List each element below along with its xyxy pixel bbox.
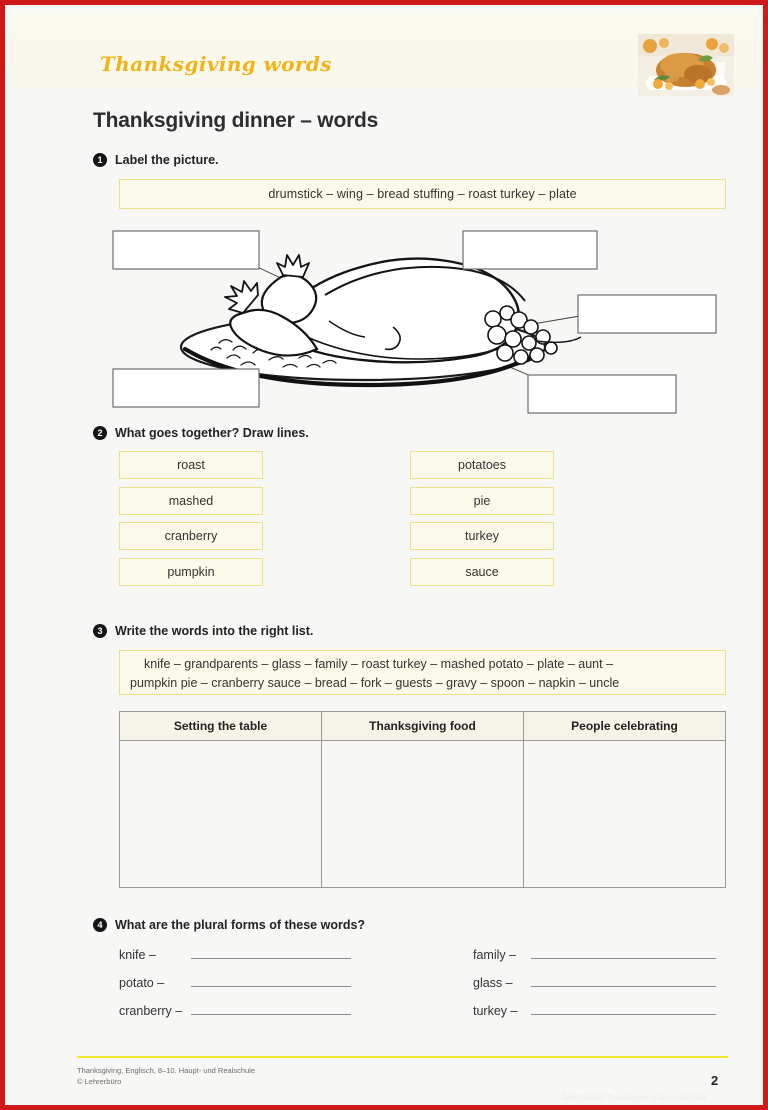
footer-copyright-line: © Lehrerbüro	[77, 1077, 122, 1086]
page-title: Thanksgiving dinner – words	[93, 109, 379, 132]
match-left-item[interactable]: cranberry	[119, 522, 263, 550]
exercise-3-wordbank-line-2: pumpkin pie – cranberry sauce – bread – …	[130, 676, 620, 690]
exercise-2-instruction: What goes together? Draw lines.	[115, 426, 309, 440]
plural-answer-line[interactable]	[191, 973, 351, 987]
exercise-1-instruction: Label the picture.	[115, 153, 219, 167]
exercise-3-wordbank: knife – grandparents – glass – family – …	[119, 650, 726, 695]
plural-word-label: cranberry –	[119, 1004, 183, 1018]
table-answer-cell[interactable]	[321, 740, 524, 888]
plural-answer-line[interactable]	[531, 1001, 716, 1015]
worksheet-page: Thanksgiving words Thanksgiving dinner –…	[0, 0, 768, 1110]
footer-credits: Thanksgiving, Englisch, 8–10. Haupt- und…	[77, 1065, 255, 1087]
exercise-3-number: 3	[93, 624, 107, 638]
plural-item: family –	[473, 945, 716, 962]
plural-word-label: glass –	[473, 976, 513, 990]
match-right-item[interactable]: sauce	[410, 558, 554, 586]
plural-answer-line[interactable]	[191, 1001, 351, 1015]
exercise-3-wordbank-line-1: knife – grandparents – glass – family – …	[144, 657, 614, 671]
plural-answer-line[interactable]	[531, 973, 716, 987]
match-right-item[interactable]: pie	[410, 487, 554, 515]
plural-item: potato –	[119, 973, 351, 990]
exercise-1-wordbank: drumstick – wing – bread stuffing – roas…	[119, 179, 726, 209]
match-right-item[interactable]: turkey	[410, 522, 554, 550]
plural-word-label: turkey –	[473, 1004, 518, 1018]
plural-answer-line[interactable]	[531, 945, 716, 959]
table-header-row: Setting the table Thanksgiving food Peop…	[119, 711, 726, 741]
exercise-4-heading: 4 What are the plural forms of these wor…	[93, 918, 365, 932]
plural-item: knife –	[119, 945, 351, 962]
footer-source-line: Thanksgiving, Englisch, 8–10. Haupt- und…	[77, 1066, 256, 1075]
footer-divider	[77, 1056, 728, 1058]
exercise-4-instruction: What are the plural forms of these words…	[115, 918, 366, 932]
plural-answer-line[interactable]	[191, 945, 351, 959]
exercise-4-number: 4	[93, 918, 107, 932]
table-header-cell: Setting the table	[119, 711, 322, 741]
roast-turkey-photo	[638, 34, 734, 96]
table-answer-cell[interactable]	[523, 740, 726, 888]
match-left-item[interactable]: roast	[119, 451, 263, 479]
plural-item: glass –	[473, 973, 716, 990]
match-left-item[interactable]: pumpkin	[119, 558, 263, 586]
match-left-item[interactable]: mashed	[119, 487, 263, 515]
exercise-1-number: 1	[93, 153, 107, 167]
table-answer-cell[interactable]	[119, 740, 322, 888]
exercise-2-heading: 2 What goes together? Draw lines.	[93, 426, 309, 440]
sorting-table: Setting the table Thanksgiving food Peop…	[119, 711, 726, 888]
plural-item: cranberry –	[119, 1001, 351, 1018]
header-banner-title: Thanksgiving words	[100, 52, 332, 76]
plural-word-label: family –	[473, 948, 517, 962]
exercise-1-heading: 1 Label the picture.	[93, 153, 219, 167]
turkey-labelling-picture	[93, 217, 733, 417]
match-right-item[interactable]: potatoes	[410, 451, 554, 479]
plural-item: turkey –	[473, 1001, 716, 1018]
plural-word-label: potato –	[119, 976, 165, 990]
exercise-3-instruction: Write the words into the right list.	[115, 624, 314, 638]
plural-word-label: knife –	[119, 948, 156, 962]
page-number: 2	[711, 1073, 719, 1088]
table-header-cell: Thanksgiving food	[321, 711, 524, 741]
watermark-text: Arbeitsblatt Thanksgiving Grundschule	[561, 1092, 707, 1102]
exercise-3-heading: 3 Write the words into the right list.	[93, 624, 313, 638]
header-band: Thanksgiving words	[10, 10, 763, 96]
table-row	[119, 740, 726, 888]
exercise-2-number: 2	[93, 426, 107, 440]
table-header-cell: People celebrating	[523, 711, 726, 741]
